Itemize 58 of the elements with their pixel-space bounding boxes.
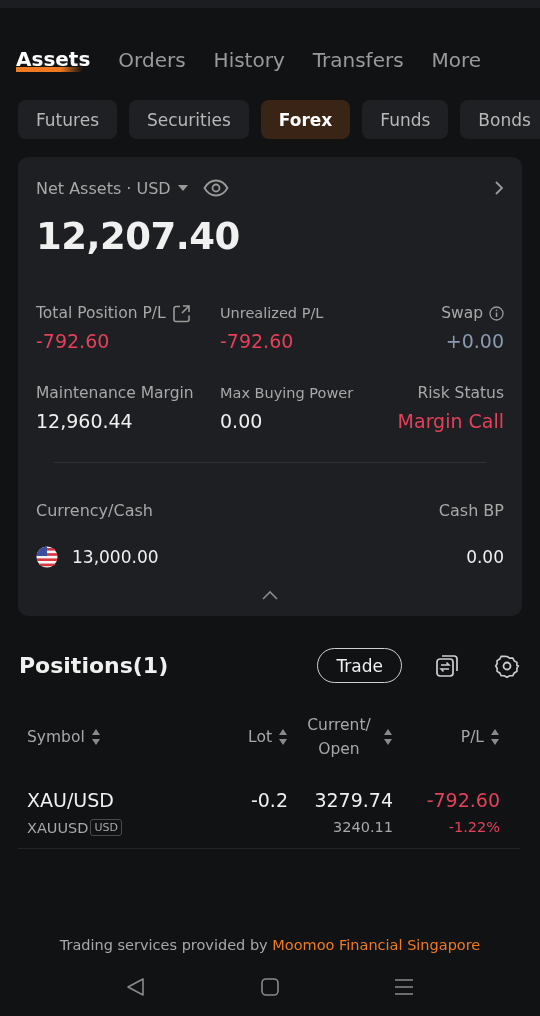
eye-icon[interactable] xyxy=(202,179,229,197)
sort-icon xyxy=(383,728,393,746)
settings-icon[interactable] xyxy=(494,652,520,679)
column-header[interactable]: P/L xyxy=(393,728,500,746)
tab[interactable]: More xyxy=(431,48,482,72)
category-chip[interactable]: Securities xyxy=(129,100,249,139)
chevron-right-icon[interactable] xyxy=(494,180,504,196)
tab[interactable]: History xyxy=(213,48,285,72)
open-price: 3240.11 xyxy=(332,819,393,835)
currency-dropdown[interactable]: Net Assets · USD xyxy=(36,178,189,198)
sort-icon xyxy=(90,728,101,746)
category-chip[interactable]: Forex xyxy=(260,100,351,139)
metric-value: -792.60 xyxy=(220,330,295,352)
metric-value: +0.00 xyxy=(444,330,504,352)
column-label: Currency/Cash xyxy=(36,501,153,520)
metric-label: Risk Status xyxy=(417,384,504,402)
cash-amount: 13,000.00 xyxy=(72,547,159,567)
symbol-code: XAUUSD xyxy=(27,819,89,836)
metric-value: 0.00 xyxy=(220,410,264,432)
sort-icon xyxy=(490,728,500,746)
sort-icon xyxy=(278,728,288,746)
metric-label: Maintenance Margin xyxy=(36,384,194,402)
category-chip[interactable]: Futures xyxy=(18,100,117,139)
chevron-up-icon[interactable] xyxy=(261,590,279,600)
metric-value: -792.60 xyxy=(36,330,111,352)
metric-label: Max Buying Power xyxy=(220,385,354,401)
net-assets-value: 12,207.40 xyxy=(36,215,241,258)
metric-value: Margin Call xyxy=(397,410,504,432)
cash-buying-power: 0.00 xyxy=(466,547,504,567)
column-header[interactable]: Lot xyxy=(208,728,288,746)
profit-loss-percent: -1.22% xyxy=(447,819,500,835)
info-icon[interactable] xyxy=(489,305,504,321)
metric-label: Unrealized P/L xyxy=(220,305,324,321)
symbol-name: XAU/USD xyxy=(27,789,115,811)
category-chip[interactable]: Funds xyxy=(362,100,449,139)
metric-label: Total Position P/L xyxy=(36,304,166,322)
menu-icon[interactable] xyxy=(394,977,414,997)
column-header[interactable]: Current/ Open xyxy=(288,713,393,761)
column-header[interactable]: Symbol xyxy=(27,728,208,746)
home-icon[interactable] xyxy=(260,977,280,997)
lot-value: -0.2 xyxy=(249,789,288,811)
share-icon[interactable] xyxy=(171,303,191,323)
back-icon[interactable] xyxy=(126,977,146,997)
provider-link[interactable]: Moomoo Financial Singapore xyxy=(272,937,481,953)
positions-title: Positions(1) xyxy=(19,653,170,678)
profit-loss-value: -792.60 xyxy=(425,789,500,811)
swap-icon[interactable] xyxy=(434,652,460,679)
category-chip[interactable]: Bonds xyxy=(460,100,540,139)
footer-note: Trading services provided by Moomoo Financial Singapore xyxy=(58,937,482,953)
column-label: Cash BP xyxy=(438,501,504,520)
metric-label: Swap xyxy=(441,304,483,322)
caret-icon xyxy=(176,184,189,192)
current-price: 3279.74 xyxy=(313,789,393,811)
tab[interactable]: Orders xyxy=(118,48,186,72)
tab[interactable]: Transfers xyxy=(312,48,404,72)
currency-tag: USD xyxy=(90,819,122,836)
metric-value: 12,960.44 xyxy=(36,410,134,432)
flag-icon xyxy=(36,546,58,568)
